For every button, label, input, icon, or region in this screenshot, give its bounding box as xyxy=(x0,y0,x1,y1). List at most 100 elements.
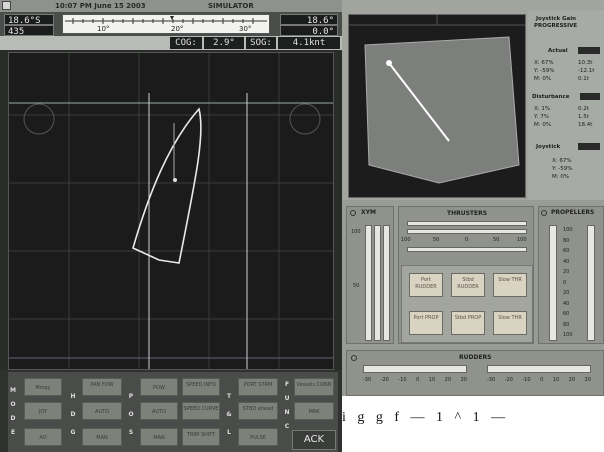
thrust-button-pulse[interactable]: PULSE xyxy=(238,428,278,446)
thrust-button-port-strm[interactable]: PORT STRM xyxy=(238,378,278,396)
window-icon[interactable] xyxy=(2,1,11,10)
joystick-label: Joystick xyxy=(536,144,561,150)
thrusters-panel: THRUSTERS 100 50 0 50 100 Port RUDDER St… xyxy=(398,206,534,344)
pos-button-man[interactable]: MAN xyxy=(140,428,178,446)
hdg-letter-h: H xyxy=(70,393,76,400)
cog-sog-row: COG: 2.9° SOG: 4.1knt xyxy=(0,36,342,50)
propeller-scale: 100 80 60 40 20 0 20 40 60 80 100 xyxy=(563,225,583,341)
pos-letter-s: S xyxy=(128,429,134,436)
js-y: Y: -59% xyxy=(552,166,573,172)
func-letter-c: C xyxy=(284,423,290,430)
actual-x: X: 67% xyxy=(534,60,554,66)
xym-bar-x xyxy=(365,225,372,341)
rudder-stbd-tick-2: -10 xyxy=(522,377,531,383)
prop-scale-5: 0 xyxy=(563,279,567,286)
func-letter-n: N xyxy=(284,409,290,416)
thrust-button-stbd-ahead[interactable]: STBD ahead xyxy=(238,402,278,420)
dist-x: X: 1% xyxy=(534,106,551,112)
thruster-scale-4: 100 xyxy=(517,237,527,243)
rudder-stbd-tick-0: -30 xyxy=(487,377,496,383)
func-letter-u: U xyxy=(284,395,290,402)
ack-button[interactable]: ACK xyxy=(292,430,336,450)
rudder-port-tick-0: -30 xyxy=(363,377,372,383)
actual-indicator xyxy=(578,47,600,54)
prop-scale-0: 100 xyxy=(563,227,573,233)
pos-button-trim-shift[interactable]: TRIM SHIFT xyxy=(182,428,220,446)
joystick-envelope xyxy=(364,36,520,184)
heading-scale[interactable]: 10° 20° 30° xyxy=(62,14,270,34)
stbd-rudder-button[interactable]: Stbd RUDDER xyxy=(451,273,485,297)
port-prop-button[interactable]: Port PROP xyxy=(409,311,443,335)
mode-letter-d: D xyxy=(10,415,16,422)
thruster-bar-1 xyxy=(407,221,527,226)
hdg-letter-g: G xyxy=(70,429,76,436)
scale-tick-30: 30° xyxy=(239,25,251,33)
rudder-port-tick-2: -10 xyxy=(398,377,407,383)
actual-x-force: 10.3t xyxy=(578,60,593,66)
heading-readout-right-2: 0.0° xyxy=(280,25,338,37)
pos-button-auto[interactable]: AUTO xyxy=(140,402,178,420)
actual-y: Y: -59% xyxy=(534,68,555,74)
hdg-button-man[interactable]: MAN xyxy=(82,428,122,446)
vessel-view-svg xyxy=(9,53,333,369)
pos-button-speed-info[interactable]: SPEED INFO xyxy=(182,378,220,396)
scale-tick-20: 20° xyxy=(171,25,183,33)
pos-letter-o: O xyxy=(128,411,134,418)
prop-scale-9: 80 xyxy=(563,321,570,328)
thruster-scale-3: 50 xyxy=(493,237,500,243)
func-button-vessels-conn[interactable]: Vessels CONN xyxy=(294,378,334,396)
prop-scale-3: 40 xyxy=(563,258,570,265)
joystick-title-2: PROGRESSIVE xyxy=(534,23,578,29)
rudder-stbd-tick-1: -20 xyxy=(504,377,513,383)
xym-scale-top: 100 xyxy=(351,229,361,235)
vessel-pivot-point xyxy=(173,178,177,182)
thrust-group: T & L PORT STRM STBD ahead PULSE xyxy=(224,372,282,452)
heading-readout-left-2: 435 xyxy=(4,25,54,37)
cog-value: 2.9° xyxy=(204,37,244,49)
slow-thr-button-2[interactable]: Slow THR xyxy=(493,311,527,335)
dist-y: Y: 7% xyxy=(534,114,549,120)
bottom-control-bar: M O D E Mmpy JOY AO H D G PAN FOW AUTO M… xyxy=(0,370,342,452)
prop-scale-1: 80 xyxy=(563,237,570,244)
sog-value: 4.1knt xyxy=(278,37,340,49)
mode-letter-o: O xyxy=(10,401,16,408)
prop-scale-6: 20 xyxy=(563,290,570,296)
grid-lines xyxy=(9,53,333,369)
mode-letter-e: E xyxy=(10,429,16,436)
rudder-stbd-tick-4: 10 xyxy=(552,377,560,383)
rudder-stbd-tick-6: 30 xyxy=(584,377,591,383)
rudders-status-icon xyxy=(351,355,357,361)
xym-scale-mid: 50 xyxy=(353,283,360,289)
hdg-button-auto[interactable]: AUTO xyxy=(82,402,122,420)
joystick-plot-svg xyxy=(349,15,525,184)
mode-button-mmpy[interactable]: Mmpy xyxy=(24,378,62,396)
dist-m-force: 18.4t xyxy=(578,122,593,128)
heading-readout-left: 18.6°S xyxy=(4,14,54,26)
mode-button-joy[interactable]: JOY xyxy=(24,402,62,420)
stbd-prop-button[interactable]: Stbd PROP xyxy=(451,311,485,335)
thruster-scale-2: 0 xyxy=(465,237,469,243)
compass-rose-left xyxy=(23,103,55,135)
slow-thr-button-1[interactable]: Slow THR xyxy=(493,273,527,297)
vessel-view[interactable] xyxy=(8,52,334,370)
thruster-scale-1: 50 xyxy=(433,237,440,243)
pos-button-speed-curve[interactable]: SPEED CURVE xyxy=(182,402,220,420)
pos-button-pow[interactable]: POW xyxy=(140,378,178,396)
mode-button-ao[interactable]: AO xyxy=(24,428,62,446)
mode-group: M O D E Mmpy JOY AO xyxy=(8,372,68,452)
js-m: M: 0% xyxy=(552,174,570,180)
func-button-mrk[interactable]: MRK xyxy=(294,402,334,420)
joystick-info: Joystick Gain PROGRESSIVE Actual X: 67% … xyxy=(528,10,604,200)
rudder-bar-stbd xyxy=(487,365,591,373)
hdg-button-panfow[interactable]: PAN FOW xyxy=(82,378,122,396)
propellers-title: PROPELLERS xyxy=(551,209,595,216)
js-x: X: 67% xyxy=(552,158,572,164)
prop-scale-7: 40 xyxy=(563,300,570,307)
joystick-plot[interactable] xyxy=(348,14,526,198)
pos-letter-p: P xyxy=(128,393,134,400)
rudder-scale-stbd: -30 -20 -10 0 10 20 30 xyxy=(487,377,591,383)
thrust-letter-t: T xyxy=(226,393,232,400)
rudder-port-tick-4: 10 xyxy=(428,377,436,383)
thrusters-title: THRUSTERS xyxy=(447,210,488,217)
port-rudder-button[interactable]: Port RUDDER xyxy=(409,273,443,297)
